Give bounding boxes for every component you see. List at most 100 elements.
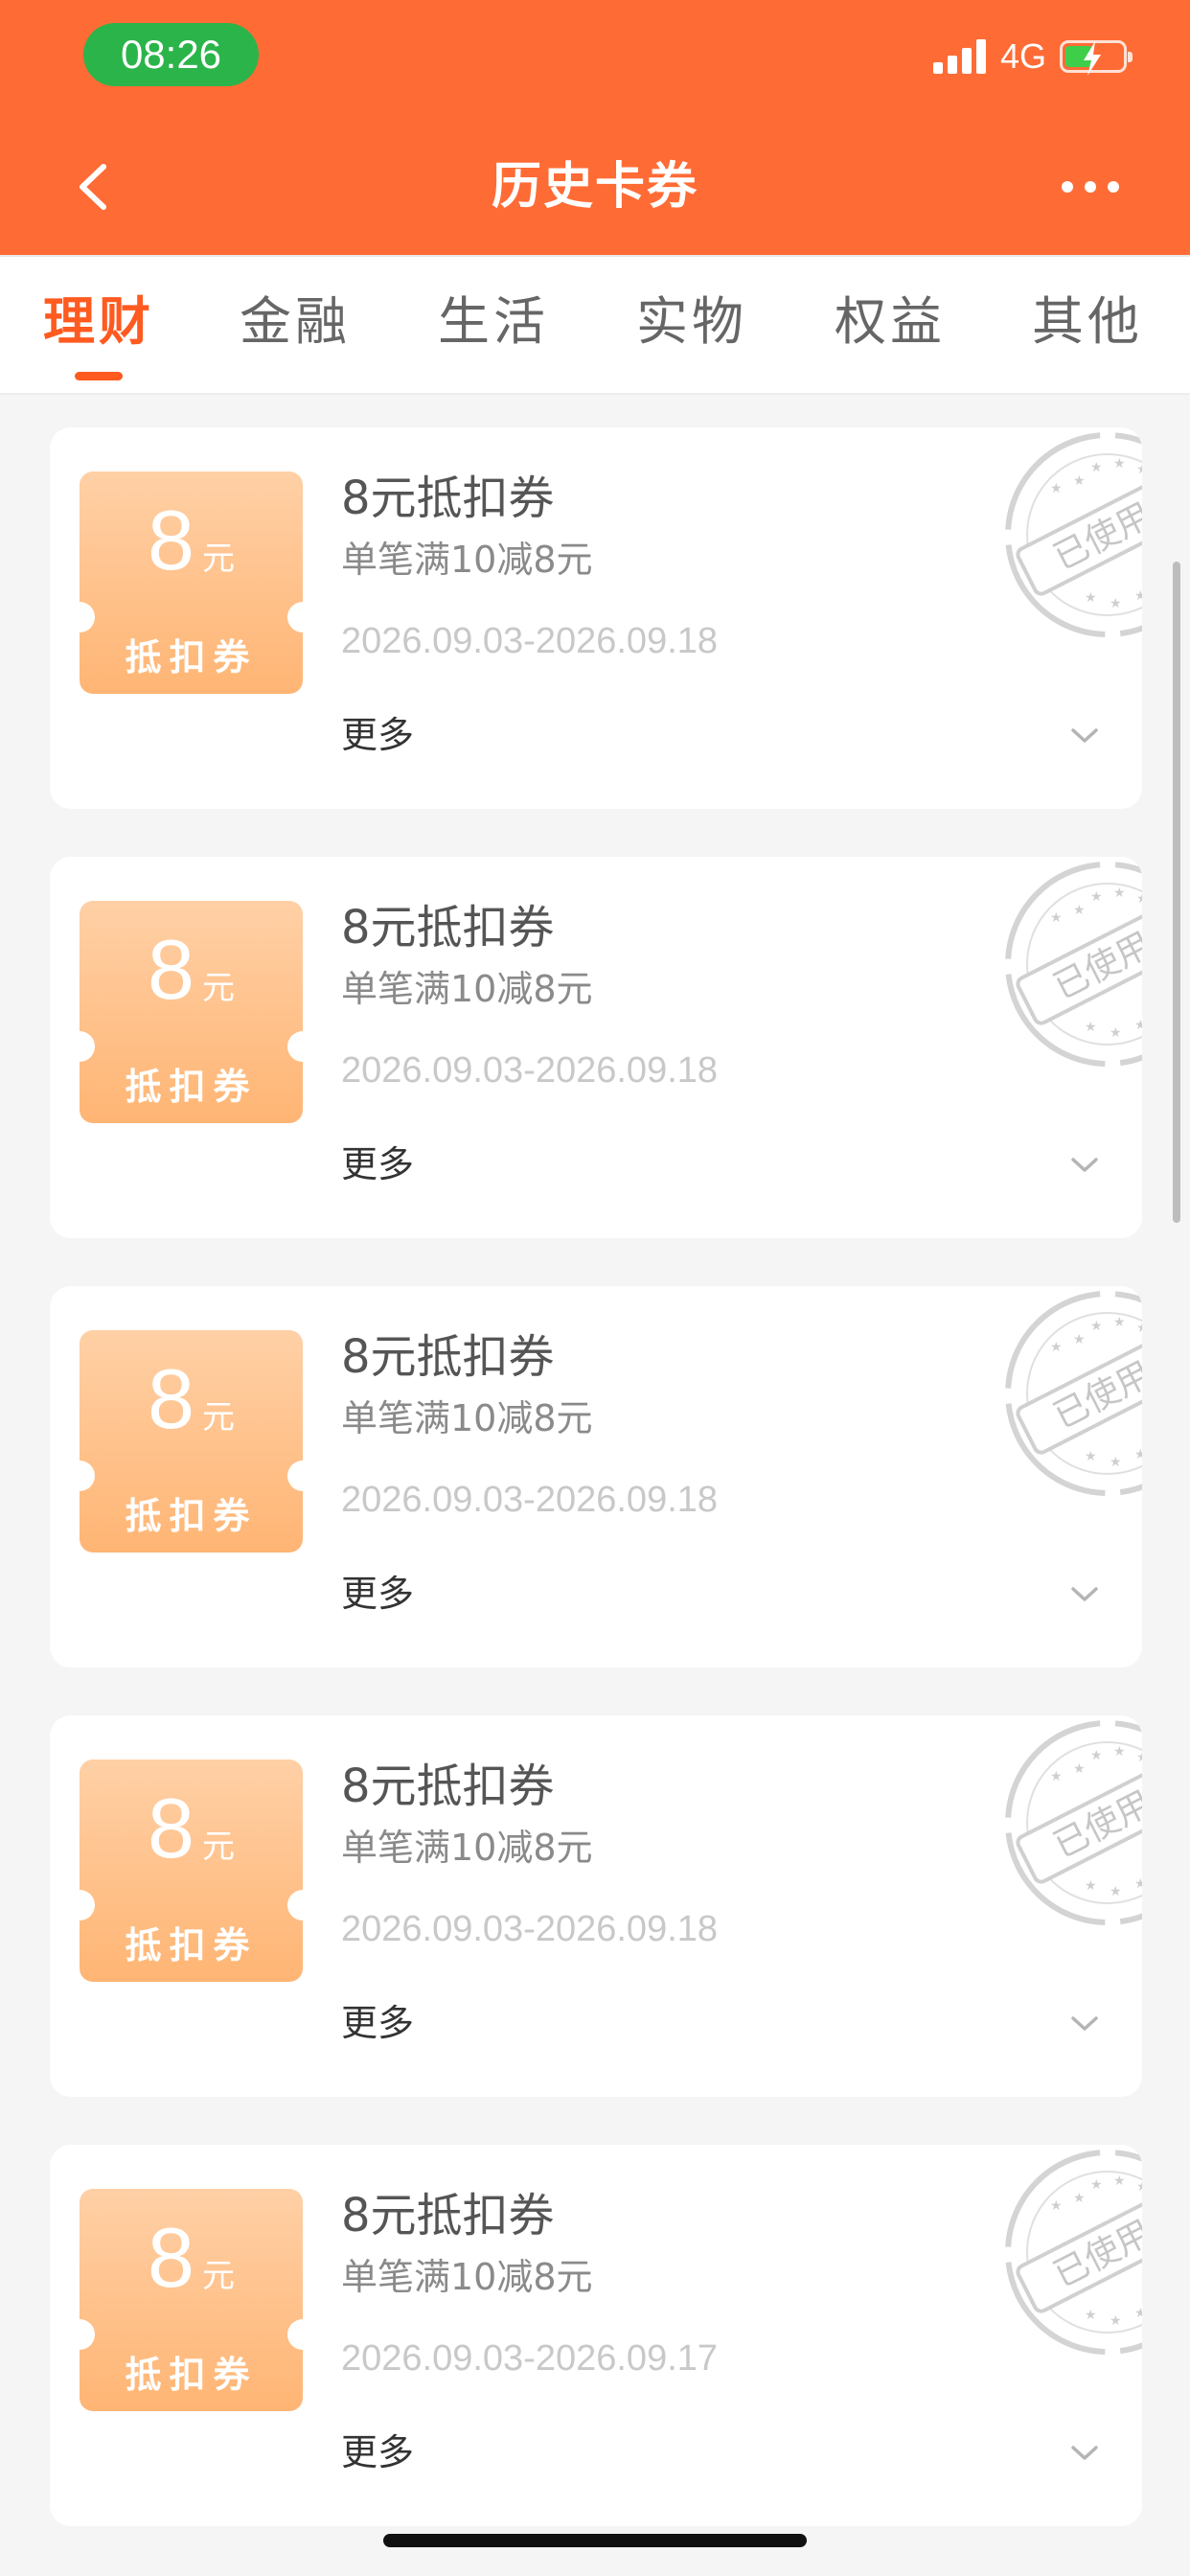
svg-text:★: ★ xyxy=(1136,462,1142,477)
svg-text:★: ★ xyxy=(1050,481,1063,496)
coupon-amount: 8 xyxy=(148,922,195,1017)
svg-text:★: ★ xyxy=(1085,1878,1097,1894)
used-stamp-icon: ★★★ ★★ ★★★ 已使用 xyxy=(970,857,1142,1087)
coupon-title: 8元抵扣券 xyxy=(341,901,555,954)
svg-text:★: ★ xyxy=(1113,456,1126,472)
signal-icon xyxy=(932,39,987,74)
coupon-amount: 8 xyxy=(148,2210,195,2305)
svg-text:★: ★ xyxy=(1085,1020,1097,1035)
coupon-badge: 8元 抵扣券 xyxy=(80,1760,303,1982)
page-title: 历史卡券 xyxy=(491,158,698,216)
chevron-down-icon[interactable] xyxy=(1067,723,1102,748)
more-link[interactable]: 更多 xyxy=(341,1570,414,1618)
coupon-amount: 8 xyxy=(148,1351,195,1446)
more-link[interactable]: 更多 xyxy=(341,2428,414,2476)
svg-text:★: ★ xyxy=(1050,1340,1063,1355)
svg-text:★: ★ xyxy=(1050,2198,1063,2214)
coupon-kind: 抵扣券 xyxy=(125,1924,258,1966)
svg-text:★: ★ xyxy=(1110,1455,1122,1470)
svg-text:★: ★ xyxy=(1050,910,1063,926)
tab-jinrong[interactable]: 金融 xyxy=(223,257,367,395)
coupon-card[interactable]: 8元 抵扣券 8元抵扣券 单笔满10减8元 2026.09.03-2026.09… xyxy=(50,427,1142,809)
used-stamp-icon: ★★★ ★★ ★★★ 已使用 xyxy=(970,1715,1142,1945)
coupon-unit: 元 xyxy=(201,2257,235,2295)
used-stamp-icon: ★★★ ★★ ★★★ 已使用 xyxy=(970,1286,1142,1516)
coupon-card[interactable]: 8元 抵扣券 8元抵扣券 单笔满10减8元 2026.09.03-2026.09… xyxy=(50,1286,1142,1668)
coupon-card[interactable]: 8元 抵扣券 8元抵扣券 单笔满10减8元 2026.09.03-2026.09… xyxy=(50,857,1142,1238)
svg-text:★: ★ xyxy=(1134,1447,1142,1462)
coupon-info: 8元抵扣券 单笔满10减8元 2026.09.03-2026.09.18 xyxy=(341,1758,718,1951)
svg-text:★: ★ xyxy=(1110,1025,1122,1041)
coupon-unit: 元 xyxy=(201,1828,235,1866)
coupon-card[interactable]: 8元 抵扣券 8元抵扣券 单笔满10减8元 2026.09.03-2026.09… xyxy=(50,2145,1142,2526)
svg-text:★: ★ xyxy=(1134,1876,1142,1892)
svg-text:★: ★ xyxy=(1134,2306,1142,2321)
svg-text:★: ★ xyxy=(1090,1319,1103,1334)
svg-text:★: ★ xyxy=(1073,1332,1086,1347)
svg-text:★: ★ xyxy=(1136,891,1142,907)
tab-quanyi[interactable]: 权益 xyxy=(818,257,962,395)
coupon-kind: 抵扣券 xyxy=(125,1066,258,1108)
svg-text:★: ★ xyxy=(1090,2177,1103,2193)
coupon-unit: 元 xyxy=(201,540,235,578)
coupon-unit: 元 xyxy=(201,1398,235,1437)
svg-text:★: ★ xyxy=(1113,1315,1126,1330)
coupon-info: 8元抵扣券 单笔满10减8元 2026.09.03-2026.09.18 xyxy=(341,899,718,1092)
coupon-info: 8元抵扣券 单笔满10减8元 2026.09.03-2026.09.18 xyxy=(341,1328,718,1522)
chevron-down-icon[interactable] xyxy=(1067,1152,1102,1177)
svg-text:★: ★ xyxy=(1085,2308,1097,2323)
status-icons: 4G xyxy=(932,31,1133,82)
tab-shiwu[interactable]: 实物 xyxy=(620,257,764,395)
svg-text:★: ★ xyxy=(1136,1750,1142,1765)
svg-text:★: ★ xyxy=(1073,2191,1086,2206)
more-link[interactable]: 更多 xyxy=(341,1140,414,1188)
coupon-validity: 2026.09.03-2026.09.18 xyxy=(341,1909,719,1949)
chevron-down-icon[interactable] xyxy=(1067,2440,1102,2465)
coupon-kind: 抵扣券 xyxy=(125,1495,258,1537)
svg-text:★: ★ xyxy=(1134,1018,1142,1033)
svg-text:★: ★ xyxy=(1085,590,1097,606)
more-link[interactable]: 更多 xyxy=(341,1999,414,2047)
coupon-rule: 单笔满10减8元 xyxy=(341,968,593,1010)
coupon-badge: 8元 抵扣券 xyxy=(80,2189,303,2411)
coupon-rule: 单笔满10减8元 xyxy=(341,1827,593,1869)
header-bar: 08:26 4G 历史卡券 xyxy=(0,0,1190,255)
coupon-amount: 8 xyxy=(148,1781,195,1875)
more-dots-icon[interactable] xyxy=(1062,177,1119,196)
svg-text:★: ★ xyxy=(1110,1884,1122,1899)
svg-text:★: ★ xyxy=(1110,2313,1122,2329)
coupon-title: 8元抵扣券 xyxy=(341,1760,555,1813)
coupon-rule: 单笔满10减8元 xyxy=(341,539,593,581)
used-stamp-icon: ★★★ ★★ ★★★ 已使用 xyxy=(970,427,1142,657)
coupon-card[interactable]: 8元 抵扣券 8元抵扣券 单笔满10减8元 2026.09.03-2026.09… xyxy=(50,1715,1142,2097)
coupon-title: 8元抵扣券 xyxy=(341,1330,555,1384)
tab-shenghuo[interactable]: 生活 xyxy=(422,257,565,395)
coupon-kind: 抵扣券 xyxy=(125,2354,258,2396)
svg-text:★: ★ xyxy=(1085,1449,1097,1464)
tab-qita[interactable]: 其他 xyxy=(1016,257,1159,395)
svg-text:★: ★ xyxy=(1073,1761,1086,1777)
active-tab-indicator xyxy=(75,372,123,380)
coupon-rule: 单笔满10减8元 xyxy=(341,1397,593,1439)
coupon-info: 8元抵扣券 单笔满10减8元 2026.09.03-2026.09.17 xyxy=(341,2187,718,2380)
svg-text:★: ★ xyxy=(1136,1321,1142,1336)
coupon-validity: 2026.09.03-2026.09.18 xyxy=(341,1050,719,1091)
coupon-kind: 抵扣券 xyxy=(125,636,258,678)
svg-text:★: ★ xyxy=(1113,886,1126,901)
coupon-badge: 8元 抵扣券 xyxy=(80,1330,303,1552)
chevron-down-icon[interactable] xyxy=(1067,1581,1102,1606)
coupon-title: 8元抵扣券 xyxy=(341,472,555,525)
category-tabs: 理财 金融 生活 实物 权益 其他 xyxy=(0,255,1190,395)
svg-text:★: ★ xyxy=(1090,1748,1103,1763)
chevron-down-icon[interactable] xyxy=(1067,2011,1102,2036)
svg-text:★: ★ xyxy=(1136,2179,1142,2195)
svg-text:★: ★ xyxy=(1073,903,1086,918)
more-link[interactable]: 更多 xyxy=(341,711,414,759)
svg-text:★: ★ xyxy=(1113,1744,1126,1760)
svg-text:★: ★ xyxy=(1090,460,1103,475)
coupon-badge: 8元 抵扣券 xyxy=(80,901,303,1123)
scrollbar[interactable] xyxy=(1173,562,1180,1223)
status-time: 08:26 xyxy=(83,23,259,86)
svg-text:★: ★ xyxy=(1134,588,1142,604)
coupon-unit: 元 xyxy=(201,969,235,1007)
